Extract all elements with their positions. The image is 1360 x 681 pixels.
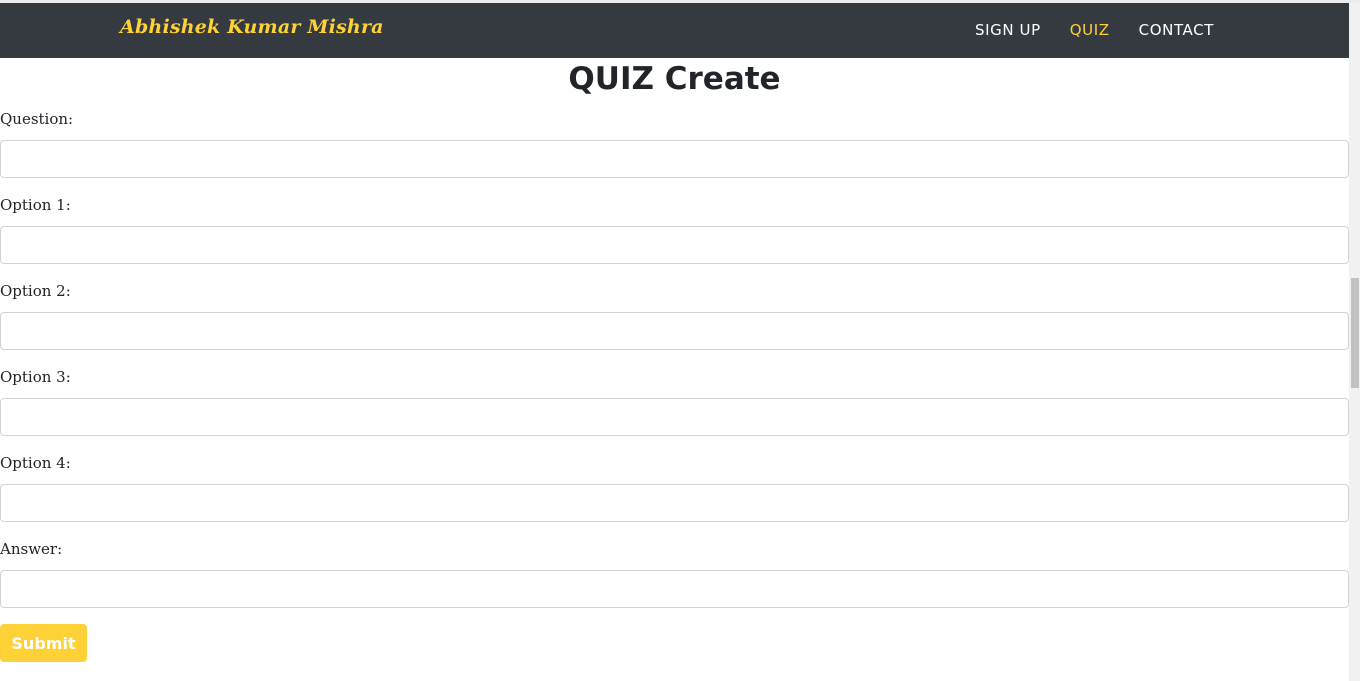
navbar: Abhishek Kumar Mishra SIGN UP QUIZ CONTA… — [0, 3, 1349, 58]
option-2-field-group: Option 2: — [0, 282, 1349, 368]
quiz-create-form: Question: Option 1: Option 2: Option 3: … — [0, 110, 1349, 626]
nav-links: SIGN UP QUIZ CONTACT — [975, 21, 1214, 39]
scrollbar-thumb[interactable] — [1351, 278, 1359, 388]
option-2-input[interactable] — [0, 312, 1349, 350]
answer-field-group: Answer: — [0, 540, 1349, 626]
submit-button[interactable]: Submit — [0, 624, 87, 662]
option-4-field-group: Option 4: — [0, 454, 1349, 540]
page: Abhishek Kumar Mishra SIGN UP QUIZ CONTA… — [0, 0, 1360, 681]
option-4-label: Option 4: — [0, 454, 71, 472]
question-field-group: Question: — [0, 110, 1349, 196]
option-1-label: Option 1: — [0, 196, 71, 214]
option-1-field-group: Option 1: — [0, 196, 1349, 282]
option-3-label: Option 3: — [0, 368, 71, 386]
question-input[interactable] — [0, 140, 1349, 178]
answer-label: Answer: — [0, 540, 63, 558]
vertical-scrollbar[interactable] — [1349, 3, 1360, 681]
nav-link-contact[interactable]: CONTACT — [1139, 21, 1214, 39]
nav-link-sign-up[interactable]: SIGN UP — [975, 21, 1041, 39]
brand-logo[interactable]: Abhishek Kumar Mishra — [120, 16, 384, 38]
option-2-label: Option 2: — [0, 282, 71, 300]
option-3-input[interactable] — [0, 398, 1349, 436]
option-1-input[interactable] — [0, 226, 1349, 264]
nav-link-quiz[interactable]: QUIZ — [1070, 21, 1110, 39]
option-3-field-group: Option 3: — [0, 368, 1349, 454]
option-4-input[interactable] — [0, 484, 1349, 522]
page-title: QUIZ Create — [568, 61, 781, 97]
answer-input[interactable] — [0, 570, 1349, 608]
question-label: Question: — [0, 110, 74, 128]
